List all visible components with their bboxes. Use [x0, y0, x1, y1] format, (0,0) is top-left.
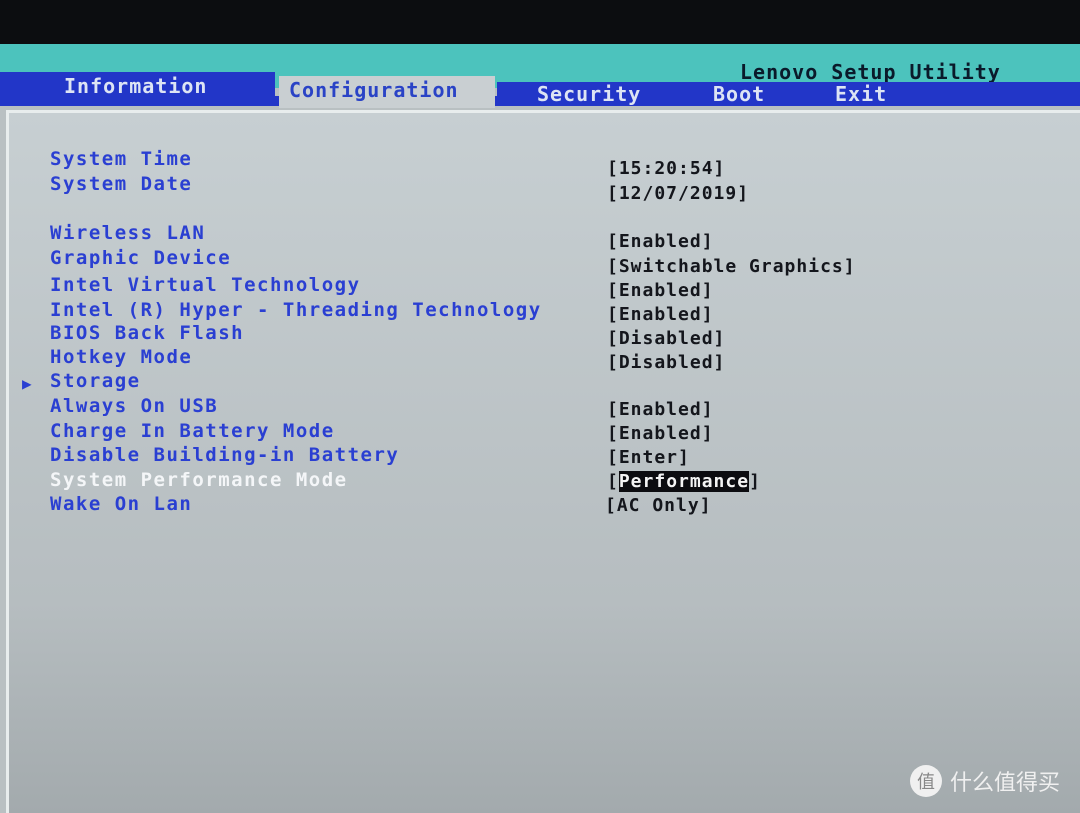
watermark-logo-icon: 值 [910, 765, 942, 797]
value-system-performance-mode[interactable]: [Performance] [607, 471, 761, 492]
item-hotkey-mode[interactable]: Hotkey Mode [50, 346, 192, 368]
value-graphic-device[interactable]: [Switchable Graphics] [607, 256, 856, 277]
value-intel-vt[interactable]: [Enabled] [607, 280, 714, 301]
item-hyper-threading[interactable]: Intel (R) Hyper - Threading Technology [50, 299, 542, 321]
value-system-date[interactable]: [12/07/2019] [607, 183, 749, 204]
item-system-date[interactable]: System Date [50, 173, 192, 195]
item-intel-vt[interactable]: Intel Virtual Technology [50, 274, 361, 296]
value-disable-battery[interactable]: [Enter] [607, 447, 690, 468]
item-disable-battery[interactable]: Disable Building-in Battery [50, 444, 399, 466]
tab-exit[interactable]: Exit [835, 80, 887, 110]
value-hotkey-mode[interactable]: [Disabled] [607, 352, 725, 373]
item-storage[interactable]: Storage [50, 370, 141, 392]
tab-information[interactable]: Information [0, 72, 275, 102]
screen-bezel [0, 0, 1080, 46]
tab-boot[interactable]: Boot [713, 80, 765, 110]
item-system-performance-mode[interactable]: System Performance Mode [50, 469, 348, 491]
value-wake-on-lan[interactable]: [AC Only] [605, 495, 712, 516]
item-wireless-lan[interactable]: Wireless LAN [50, 222, 205, 244]
watermark-text: 什么值得买 [950, 771, 1061, 796]
value-hyper-threading[interactable]: [Enabled] [607, 304, 714, 325]
value-bios-back-flash[interactable]: [Disabled] [607, 328, 725, 349]
item-charge-in-battery[interactable]: Charge In Battery Mode [50, 420, 335, 442]
item-always-on-usb[interactable]: Always On USB [50, 395, 218, 417]
tab-configuration[interactable]: Configuration [279, 76, 495, 108]
selected-value: Performance [618, 471, 750, 492]
value-system-time[interactable]: [15:20:54] [607, 158, 725, 179]
item-system-time[interactable]: System Time [50, 148, 192, 170]
watermark: 值 什么值得买 [910, 765, 1060, 797]
value-charge-in-battery[interactable]: [Enabled] [607, 423, 714, 444]
item-wake-on-lan[interactable]: Wake On Lan [50, 493, 192, 515]
value-always-on-usb[interactable]: [Enabled] [607, 399, 714, 420]
submenu-arrow-icon: ▶ [22, 374, 32, 393]
tab-security[interactable]: Security [537, 80, 641, 110]
value-wireless-lan[interactable]: [Enabled] [607, 231, 714, 252]
item-bios-back-flash[interactable]: BIOS Back Flash [50, 322, 244, 344]
item-graphic-device[interactable]: Graphic Device [50, 247, 231, 269]
